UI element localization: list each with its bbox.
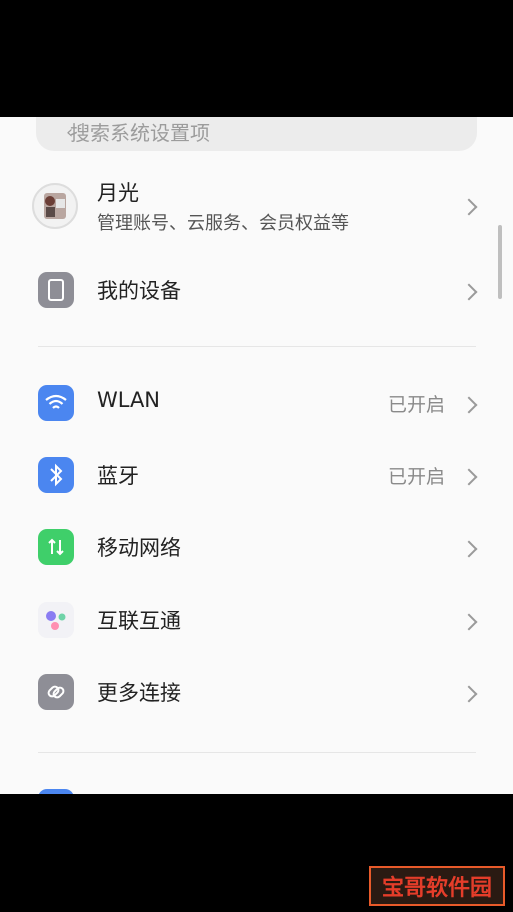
chevron-right-icon (460, 468, 478, 486)
settings-item-label: 移动网络 (97, 536, 181, 560)
wifi-icon (38, 385, 74, 421)
settings-item-label: 我的设备 (97, 279, 181, 303)
settings-item-my-device[interactable]: 我的设备 (0, 260, 513, 320)
chevron-right-icon (460, 198, 478, 216)
bluetooth-icon (38, 457, 74, 493)
section-divider (38, 752, 476, 753)
interconnect-icon (38, 602, 74, 638)
avatar (32, 183, 78, 229)
settings-item-bluetooth[interactable]: 蓝牙 已开启 (0, 445, 513, 505)
settings-screen: ‹ 搜索系统设置项 月光 管理账号、云服务、会员权益等 我的设备 WLAN 已开… (0, 117, 513, 794)
settings-item-label: 互联互通 (97, 609, 181, 633)
chevron-left-icon[interactable]: ‹ (66, 117, 73, 171)
settings-item-label: 更多连接 (97, 681, 181, 705)
account-subtitle: 管理账号、云服务、会员权益等 (97, 213, 349, 234)
section-divider (38, 346, 476, 347)
chevron-right-icon (460, 283, 478, 301)
mobile-data-icon (38, 529, 74, 565)
account-name: 月光 (97, 181, 139, 205)
device-icon (38, 272, 74, 308)
chevron-right-icon (460, 685, 478, 703)
link-icon (38, 674, 74, 710)
scrollbar[interactable] (498, 225, 502, 299)
chevron-right-icon (460, 540, 478, 558)
search-bar[interactable]: ‹ 搜索系统设置项 (36, 117, 477, 151)
settings-item-more-connections[interactable]: 更多连接 (0, 662, 513, 722)
settings-item-mobile-network[interactable]: 移动网络 (0, 517, 513, 577)
next-item-icon (38, 789, 74, 794)
chevron-right-icon (460, 613, 478, 631)
wlan-status: 已开启 (387, 394, 445, 416)
account-row[interactable]: 月光 管理账号、云服务、会员权益等 (0, 175, 513, 237)
settings-item-label: 蓝牙 (97, 464, 139, 488)
settings-item-interconnect[interactable]: 互联互通 (0, 590, 513, 650)
settings-item-wlan[interactable]: WLAN 已开启 (0, 373, 513, 433)
search-placeholder: 搜索系统设置项 (70, 121, 210, 145)
watermark: 宝哥软件园 (369, 866, 505, 906)
bluetooth-status: 已开启 (387, 466, 445, 488)
chevron-right-icon (460, 396, 478, 414)
settings-item-label: WLAN (97, 388, 161, 412)
